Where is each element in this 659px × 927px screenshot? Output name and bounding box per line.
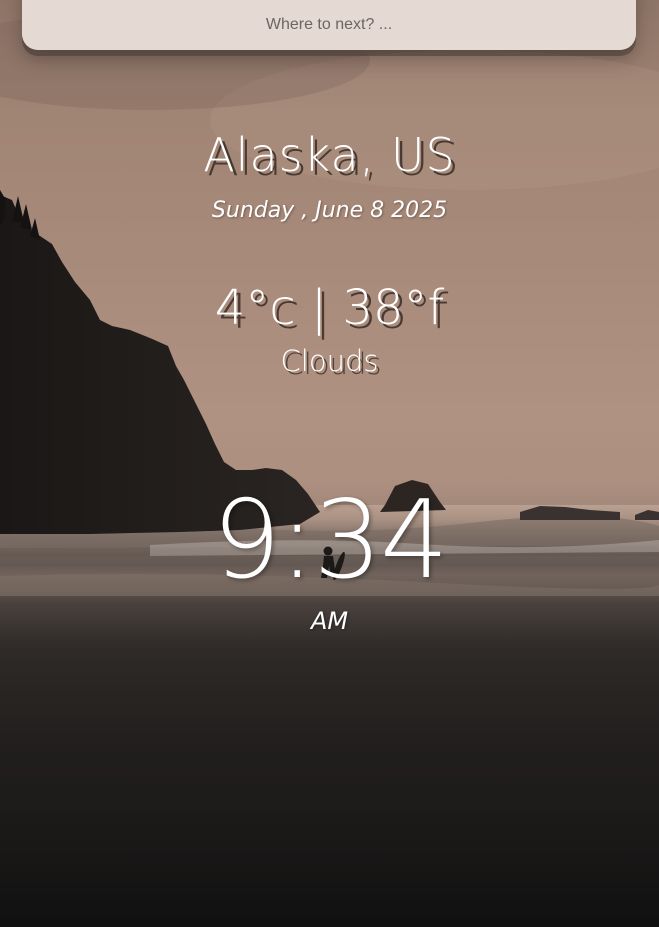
- clock-period: AM: [310, 607, 349, 635]
- temperature-readout: 4°c | 38°f: [214, 280, 445, 336]
- clock-time: 9:34: [212, 478, 449, 603]
- weather-condition: Clouds: [280, 344, 379, 378]
- search-bar: [22, 0, 636, 50]
- location-title: Alaska, US: [203, 128, 456, 182]
- current-date: Sunday , June 8 2025: [211, 198, 448, 223]
- search-input[interactable]: [22, 0, 636, 50]
